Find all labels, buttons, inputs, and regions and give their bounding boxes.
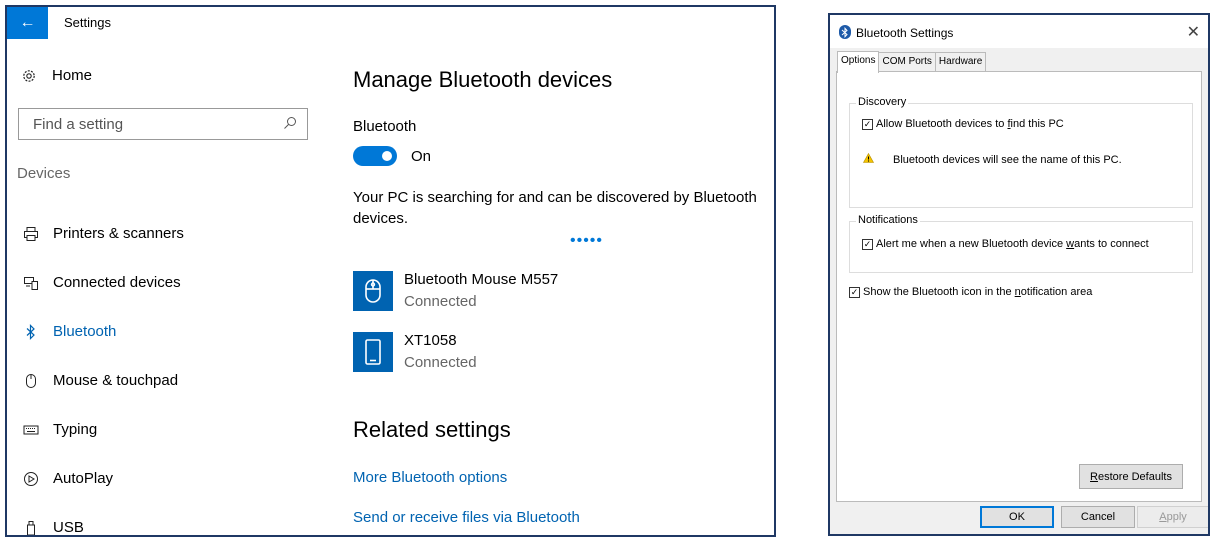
checkbox-label: Show the Bluetooth icon in the notificat… — [863, 286, 1093, 298]
allow-discovery-row[interactable]: ✓ Allow Bluetooth devices to find this P… — [862, 118, 1064, 130]
sidebar-item-bluetooth[interactable]: Bluetooth — [7, 307, 337, 356]
tab-options[interactable]: Options — [837, 51, 880, 73]
device-name: Bluetooth Mouse M557 — [404, 271, 559, 288]
group-title: Discovery — [856, 96, 909, 108]
restore-defaults-button[interactable]: Restore Defaults — [1079, 464, 1183, 489]
page-title: Manage Bluetooth devices — [353, 67, 613, 92]
allow-discovery-checkbox[interactable]: ✓ — [862, 118, 873, 130]
title-bar: ← Settings — [7, 7, 774, 39]
window-title: Settings — [64, 15, 111, 30]
group-title: Notifications — [856, 214, 920, 226]
bluetooth-logo-icon — [839, 25, 851, 39]
sidebar-item-label: Connected devices — [53, 274, 181, 291]
sidebar-item-label: Typing — [53, 421, 98, 438]
more-bluetooth-options-link[interactable]: More Bluetooth options — [353, 469, 507, 486]
alert-new-device-checkbox[interactable]: ✓ — [862, 238, 873, 250]
search-input[interactable] — [31, 114, 275, 134]
bluetooth-settings-dialog: Bluetooth Settings ✕ Options COM Ports H… — [828, 13, 1210, 536]
usb-drive-icon — [21, 520, 41, 535]
warning-text: Bluetooth devices will see the name of t… — [893, 153, 1122, 166]
dialog-title-bar: Bluetooth Settings ✕ — [830, 15, 1208, 48]
sidebar: Home Devices Printers & scanners Connect… — [7, 39, 337, 535]
toggle-state-label: On — [411, 148, 432, 165]
apply-button[interactable]: Apply — [1137, 506, 1208, 528]
mouse-icon — [21, 373, 41, 389]
nav-list: Printers & scanners Connected devices Bl… — [7, 209, 337, 536]
cancel-button[interactable]: Cancel — [1061, 506, 1135, 528]
gear-icon — [19, 68, 39, 84]
main-content: Manage Bluetooth devices Bluetooth On Yo… — [353, 39, 774, 535]
warning-icon — [862, 152, 877, 166]
device-status: Connected — [404, 354, 477, 371]
device-status: Connected — [404, 293, 477, 310]
notifications-group: Notifications ✓ Alert me when a new Blue… — [849, 214, 1193, 273]
back-arrow-icon: ← — [19, 14, 36, 31]
search-box[interactable] — [18, 108, 308, 140]
dialog-body: Options COM Ports Hardware Discovery ✓ A… — [830, 48, 1208, 534]
phone-device-icon — [353, 332, 393, 372]
alert-new-device-row[interactable]: ✓ Alert me when a new Bluetooth device w… — [862, 238, 1149, 250]
dialog-title: Bluetooth Settings — [856, 26, 954, 40]
bluetooth-icon — [21, 323, 41, 340]
device-item[interactable]: Bluetooth Mouse M557 Connected — [353, 271, 558, 311]
close-icon[interactable]: ✕ — [1187, 22, 1200, 42]
bluetooth-toggle[interactable] — [353, 146, 397, 166]
sidebar-item-label: Printers & scanners — [53, 225, 184, 242]
discovery-group: Discovery ✓ Allow Bluetooth devices to f… — [849, 96, 1193, 208]
toggle-knob — [382, 151, 392, 161]
section-label: Devices — [17, 165, 71, 182]
send-receive-files-link[interactable]: Send or receive files via Bluetooth — [353, 509, 580, 526]
sidebar-item-label: USB — [53, 519, 84, 536]
device-name: XT1058 — [404, 332, 457, 349]
bluetooth-label: Bluetooth — [353, 118, 417, 135]
sidebar-item-label: Bluetooth — [53, 323, 117, 340]
tab-hardware[interactable]: Hardware — [934, 52, 987, 71]
sidebar-item-typing[interactable]: Typing — [7, 405, 337, 454]
sidebar-item-usb[interactable]: USB — [7, 503, 337, 536]
tab-strip: Options COM Ports Hardware — [837, 51, 987, 73]
sidebar-item-mouse-touchpad[interactable]: Mouse & touchpad — [7, 356, 337, 405]
nav-home-label: Home — [52, 67, 93, 84]
autoplay-icon — [21, 471, 41, 487]
sidebar-item-connected-devices[interactable]: Connected devices — [7, 258, 337, 307]
keyboard-icon — [21, 424, 41, 436]
nav-home[interactable]: Home — [19, 67, 92, 84]
connected-devices-icon — [21, 275, 41, 291]
settings-window: ← Settings Home Devices Printers & scann… — [5, 5, 776, 537]
sidebar-item-printers[interactable]: Printers & scanners — [7, 209, 337, 258]
back-button[interactable]: ← — [7, 7, 48, 39]
warning-row: Bluetooth devices will see the name of t… — [862, 152, 1122, 166]
mouse-device-icon — [353, 271, 393, 311]
sidebar-item-autoplay[interactable]: AutoPlay — [7, 454, 337, 503]
tab-com-ports[interactable]: COM Ports — [878, 52, 936, 71]
ok-button[interactable]: OK — [980, 506, 1054, 528]
sidebar-item-label: Mouse & touchpad — [53, 372, 179, 389]
discovery-status-text: Your PC is searching for and can be disc… — [353, 189, 757, 227]
checkbox-label: Alert me when a new Bluetooth device wan… — [876, 238, 1149, 250]
related-settings-heading: Related settings — [353, 417, 511, 442]
show-tray-icon-checkbox[interactable]: ✓ — [849, 286, 860, 298]
device-item[interactable]: XT1058 Connected — [353, 332, 477, 372]
search-icon[interactable] — [283, 116, 297, 135]
sidebar-item-label: AutoPlay — [53, 470, 114, 487]
progress-dots: ••••• — [570, 232, 604, 249]
show-tray-icon-row[interactable]: ✓ Show the Bluetooth icon in the notific… — [849, 286, 1092, 298]
checkbox-label: Allow Bluetooth devices to find this PC — [876, 118, 1064, 130]
options-panel: Discovery ✓ Allow Bluetooth devices to f… — [836, 71, 1202, 502]
printer-icon — [21, 226, 41, 242]
